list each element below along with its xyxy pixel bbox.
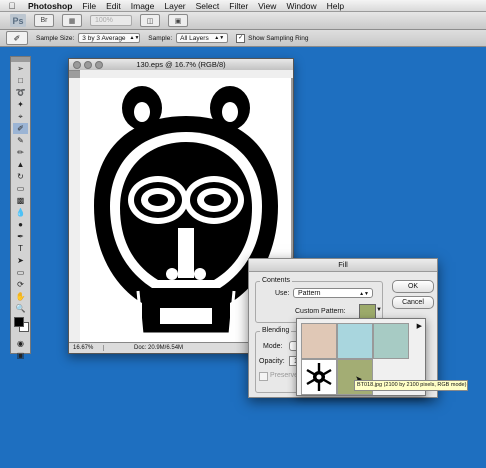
panel-grip[interactable] — [11, 57, 30, 62]
preserve-transparency-checkbox[interactable] — [259, 372, 268, 381]
hand-tool-icon[interactable]: ✋ — [13, 291, 28, 302]
cancel-button[interactable]: Cancel — [392, 296, 434, 309]
apple-icon[interactable]:  — [6, 1, 18, 11]
shape-tool-icon[interactable]: ▭ — [13, 267, 28, 278]
photoshop-logo: Ps — [10, 14, 26, 27]
marquee-tool-icon[interactable]: □ — [13, 75, 28, 86]
document-size[interactable]: Doc: 20.9M/6.54M — [134, 345, 183, 351]
chevron-updown-icon: ▲▼ — [129, 35, 140, 41]
brush-tool-icon[interactable]: ✏ — [13, 147, 28, 158]
pattern-tile-mint[interactable] — [373, 323, 409, 359]
gradient-tool-icon[interactable]: ▩ — [13, 195, 28, 206]
eraser-tool-icon[interactable]: ▭ — [13, 183, 28, 194]
document-title: 130.eps @ 16.7% (RGB/8) — [136, 60, 226, 69]
menu-window[interactable]: Window — [286, 1, 316, 11]
menu-edit[interactable]: Edit — [106, 1, 121, 11]
custom-pattern-label: Custom Pattern: — [295, 308, 346, 315]
tool-preset-picker[interactable]: ✐ — [6, 31, 28, 45]
foreground-color-swatch[interactable] — [14, 317, 24, 327]
pattern-tile-light-blue[interactable] — [337, 323, 373, 359]
options-bar: ✐ Sample Size: 3 by 3 Average ▲▼ Sample: … — [0, 30, 486, 47]
history-brush-tool-icon[interactable]: ↻ — [13, 171, 28, 182]
contents-label: Contents — [260, 277, 293, 284]
menu-file[interactable]: File — [82, 1, 96, 11]
use-label: Use: — [275, 290, 290, 297]
use-value: Pattern — [298, 290, 321, 297]
snowflake-icon — [306, 363, 332, 391]
menu-select[interactable]: Select — [196, 1, 220, 11]
menu-view[interactable]: View — [258, 1, 276, 11]
mode-label: Mode: — [263, 343, 283, 350]
dodge-tool-icon[interactable]: ● — [13, 219, 28, 230]
move-tool-icon[interactable]: ➢ — [13, 63, 28, 74]
3d-rotate-tool-icon[interactable]: ⟳ — [13, 279, 28, 290]
menu-image[interactable]: Image — [131, 1, 155, 11]
tools-panel: ➢ □ ➰ ✦ ⌖ ✐ ✎ ✏ ▲ ↻ ▭ ▩ 💧 ● ✒ T ➤ ▭ ⟳ ✋ … — [10, 56, 31, 360]
menu-filter[interactable]: Filter — [229, 1, 248, 11]
crop-tool-icon[interactable]: ⌖ — [13, 111, 28, 122]
sample-select[interactable]: All Layers ▲▼ — [176, 33, 229, 43]
preserve-transparency-label: Preserve — [270, 372, 299, 379]
healing-brush-tool-icon[interactable]: ✎ — [13, 135, 28, 146]
screen-mode-icon[interactable]: ▣ — [13, 350, 28, 361]
zoom-percentage[interactable]: 16.67% — [69, 345, 104, 351]
eyedropper-icon: ✐ — [13, 33, 21, 43]
quick-mask-icon[interactable]: ◉ — [13, 338, 28, 349]
zoom-tool-icon[interactable]: 🔍 — [13, 303, 28, 314]
show-sampling-ring-label: Show Sampling Ring — [248, 34, 309, 42]
application-bar: Ps Br ▦ 100% ◫ ▣ — [0, 12, 486, 30]
use-select[interactable]: Pattern ▲▼ — [293, 288, 373, 298]
clone-stamp-tool-icon[interactable]: ▲ — [13, 159, 28, 170]
pattern-tile-snowflake[interactable] — [301, 359, 337, 395]
sample-size-select[interactable]: 3 by 3 Average ▲▼ — [78, 33, 141, 43]
menu-help[interactable]: Help — [327, 1, 344, 11]
eyedropper-tool-icon[interactable]: ✐ — [13, 123, 28, 134]
sample-label: Sample: — [148, 34, 173, 42]
blending-label: Blending — [260, 327, 292, 334]
menu-layer[interactable]: Layer — [164, 1, 185, 11]
app-menu[interactable]: Photoshop — [28, 1, 72, 11]
pattern-tooltip: BT018.jpg (2100 by 2100 pixels, RGB mode… — [354, 380, 468, 391]
sample-size-label: Sample Size: — [36, 34, 75, 42]
pen-tool-icon[interactable]: ✒ — [13, 231, 28, 242]
custom-pattern-swatch[interactable] — [359, 304, 376, 319]
zoom-level-select[interactable]: 100% — [90, 15, 132, 26]
blur-tool-icon[interactable]: 💧 — [13, 207, 28, 218]
chevron-updown-icon: ▲▼ — [359, 291, 369, 297]
type-tool-icon[interactable]: T — [13, 243, 28, 254]
ok-button[interactable]: OK — [392, 280, 434, 293]
quick-selection-tool-icon[interactable]: ✦ — [13, 99, 28, 110]
show-sampling-ring-checkbox[interactable]: ✓ — [236, 33, 246, 43]
pattern-tile-beige[interactable] — [301, 323, 337, 359]
bridge-button[interactable]: Br — [34, 14, 54, 27]
fill-dialog-title: Fill — [249, 259, 437, 272]
menu-bar:  Photoshop File Edit Image Layer Select… — [0, 0, 486, 12]
opacity-label: Opacity: — [259, 358, 285, 365]
chevron-updown-icon: ▲▼ — [214, 35, 225, 41]
chevron-down-icon[interactable]: ▼ — [376, 307, 382, 313]
screen-mode-button[interactable]: ▣ — [168, 14, 188, 27]
lasso-tool-icon[interactable]: ➰ — [13, 87, 28, 98]
view-extras-button[interactable]: ▦ — [62, 14, 82, 27]
sample-value: All Layers — [180, 34, 209, 42]
arrange-documents-button[interactable]: ◫ — [140, 14, 160, 27]
sample-size-value: 3 by 3 Average — [82, 34, 126, 42]
path-selection-tool-icon[interactable]: ➤ — [13, 255, 28, 266]
picker-menu-icon[interactable]: ▶ — [417, 322, 422, 330]
